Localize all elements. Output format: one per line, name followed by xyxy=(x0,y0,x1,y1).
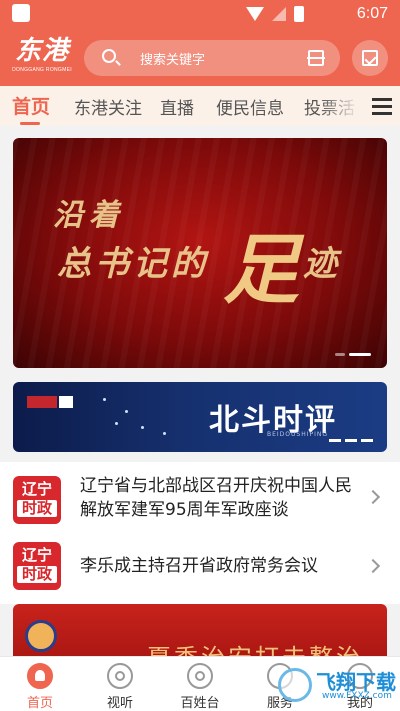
news-thumbnail: 辽宁 时政 xyxy=(13,542,61,590)
chevron-right-icon xyxy=(365,489,381,505)
strip-subtitle: BEIDOUSHIPING xyxy=(267,431,329,438)
carousel-dot xyxy=(335,353,345,356)
thumb-label-top: 辽宁 xyxy=(21,480,52,498)
banner-tail-char: 迹 xyxy=(303,244,337,284)
nav-audiovisual[interactable]: 视听 xyxy=(80,657,160,711)
beidou-commentary-banner[interactable]: 北斗时评 BEIDOUSHIPING xyxy=(13,382,387,452)
promo-text: 夏季治安打击整治 xyxy=(147,638,363,656)
menu-icon-line xyxy=(372,105,392,108)
news-item[interactable]: 辽宁 时政 李乐成主持召开省政府常务会议 xyxy=(0,528,400,604)
banner-line1: 沿着 xyxy=(53,198,125,233)
news-headline: 李乐成主持召开省政府常务会议 xyxy=(80,556,318,576)
nav-label: 首页 xyxy=(26,696,53,711)
app-header: 东港 DONGGANG RONGMEI 搜索关键字 xyxy=(0,28,400,86)
search-bar[interactable]: 搜索关键字 xyxy=(84,40,340,76)
status-icons xyxy=(246,6,304,22)
tab-home[interactable]: 首页 xyxy=(12,92,50,119)
film-reel-icon xyxy=(107,663,133,689)
watermark: 飞翔下载 www.FXXZ.com xyxy=(276,664,398,708)
police-emblem-icon xyxy=(25,620,57,652)
news-thumbnail: 辽宁 时政 xyxy=(13,476,61,524)
search-icon xyxy=(102,49,116,63)
star-dot xyxy=(103,398,106,401)
tab-live[interactable]: 直播 xyxy=(160,94,194,119)
thumb-label-top: 辽宁 xyxy=(21,546,52,564)
news-headline: 辽宁省与北部战区召开庆祝中国人民解放军建军95周年军政座谈 xyxy=(80,476,352,520)
nav-home[interactable]: 首页 xyxy=(0,657,80,711)
channel-menu-button[interactable] xyxy=(360,86,400,126)
checkin-button[interactable] xyxy=(352,40,388,76)
carousel-indicator xyxy=(335,353,371,356)
home-icon xyxy=(27,663,53,689)
status-bar: 6:07 xyxy=(0,0,400,28)
logo-subtext: DONGGANG RONGMEI xyxy=(12,67,72,73)
watermark-url: www.FXXZ.com xyxy=(322,691,392,701)
battery-icon xyxy=(294,6,304,22)
star-dot xyxy=(163,432,166,435)
indicator-bar xyxy=(345,439,357,442)
star-dot xyxy=(141,426,144,429)
scan-icon[interactable] xyxy=(307,50,325,66)
carousel-dot-active xyxy=(349,353,371,356)
logo-text: 东港 xyxy=(14,36,69,66)
signal-icon xyxy=(272,7,286,21)
active-tab-indicator xyxy=(20,122,40,125)
chevron-right-icon xyxy=(365,558,381,574)
search-placeholder: 搜索关键字 xyxy=(140,53,206,68)
thumb-label-bottom: 时政 xyxy=(17,566,57,583)
community-icon xyxy=(187,663,213,689)
nav-label: 百姓台 xyxy=(180,696,220,711)
channel-badge-logo xyxy=(59,396,73,408)
watermark-logo-icon xyxy=(278,668,312,702)
indicator-bar xyxy=(329,439,341,442)
strip-indicator xyxy=(329,439,373,442)
banner-line2: 总书记的 xyxy=(57,244,209,284)
notification-icon xyxy=(12,4,30,22)
wifi-icon xyxy=(246,7,264,21)
tabs-fade xyxy=(320,86,360,126)
nav-community[interactable]: 百姓台 xyxy=(160,657,240,711)
menu-icon-line xyxy=(372,112,392,115)
thumb-label-bottom: 时政 xyxy=(17,500,57,517)
star-dot xyxy=(125,410,128,413)
banner-big-char: 足 xyxy=(223,225,299,314)
star-dot xyxy=(115,422,118,425)
tab-donggang-focus[interactable]: 东港关注 xyxy=(74,94,142,119)
feed: 沿着 总书记的 足 迹 北斗时评 BEIDOUSHIPING 辽宁 时政 辽宁省… xyxy=(0,126,400,656)
app-logo: 东港 DONGGANG RONGMEI xyxy=(10,36,74,73)
menu-icon xyxy=(372,98,392,101)
channel-badge xyxy=(27,396,57,408)
indicator-bar xyxy=(361,439,373,442)
carousel-banner[interactable]: 沿着 总书记的 足 迹 xyxy=(13,138,387,368)
nav-label: 视听 xyxy=(106,696,133,711)
channel-tabs: 首页 东港关注 直播 便民信息 投票活 xyxy=(0,86,400,126)
status-time: 6:07 xyxy=(356,5,388,22)
tab-public-info[interactable]: 便民信息 xyxy=(216,94,284,119)
calendar-check-icon xyxy=(362,50,378,66)
promo-banner[interactable]: 夏季治安打击整治 xyxy=(13,604,387,656)
news-item[interactable]: 辽宁 时政 辽宁省与北部战区召开庆祝中国人民解放军建军95周年军政座谈 xyxy=(0,462,400,538)
